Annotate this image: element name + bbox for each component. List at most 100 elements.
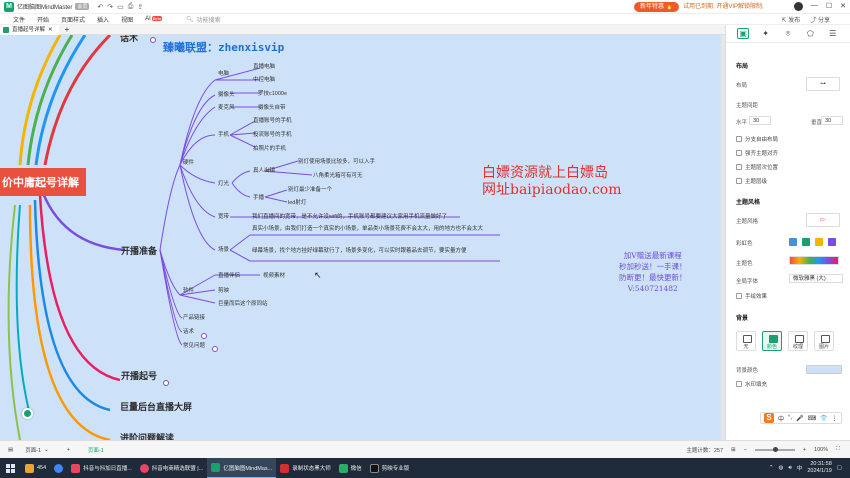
collapse-toggle[interactable]: [201, 333, 207, 339]
close-icon[interactable]: ✕: [840, 2, 846, 11]
node-phone-ctrl[interactable]: 投流账号的手机: [253, 130, 292, 138]
node-broadband[interactable]: 宽带: [218, 212, 229, 220]
document-tab[interactable]: 直播起号详解 ✕: [0, 24, 59, 35]
bg-color-picker[interactable]: [806, 365, 842, 374]
clock[interactable]: 20:31:58 2024/1/19: [807, 461, 831, 475]
fullscreen-icon[interactable]: ⛶: [836, 446, 840, 453]
undo-icon[interactable]: ↶: [97, 3, 103, 11]
taskbar-item-active[interactable]: 亿图脑图MindMas...: [207, 458, 277, 478]
ime-more-icon[interactable]: ⋮: [832, 415, 838, 422]
vertical-spacing-input[interactable]: 30: [821, 116, 843, 125]
horizontal-spacing-input[interactable]: 30: [749, 116, 771, 125]
central-topic[interactable]: 价中庸起号详解: [0, 168, 86, 196]
bg-image-option[interactable]: 图片: [814, 331, 834, 351]
node-mid-pc[interactable]: 中控电脑: [253, 75, 275, 83]
node-phone[interactable]: 手机: [218, 130, 229, 138]
node-phone-live[interactable]: 直播账号的手机: [253, 116, 292, 124]
feature-search[interactable]: 🔍︎ 功能搜索: [186, 15, 221, 24]
node-scene[interactable]: 场景: [218, 245, 229, 253]
checkbox[interactable]: [736, 136, 742, 142]
menu-ai-label[interactable]: AI: [145, 16, 151, 22]
zoom-slider-thumb[interactable]: [772, 446, 778, 452]
node-light[interactable]: 灯光: [218, 179, 229, 187]
node-handheld[interactable]: 手播: [253, 193, 264, 201]
ime-toolbar[interactable]: S 中 °, 🎤 ⌨ 👕 ⋮: [760, 412, 842, 424]
taskbar-item[interactable]: 剪映专业版: [366, 458, 414, 478]
checkbox[interactable]: [736, 150, 742, 156]
format-tab-icon[interactable]: ▣: [737, 28, 750, 39]
node-logitech[interactable]: 罗技c1000e: [258, 89, 287, 97]
level-checkbox[interactable]: 主题层级: [736, 177, 767, 185]
node-common-q[interactable]: 常见问题: [183, 341, 205, 349]
tray-chevron-icon[interactable]: ⌃: [769, 465, 774, 471]
layout-picker[interactable]: ⊶: [806, 77, 840, 91]
free-layout-checkbox[interactable]: 分支自由布局: [736, 135, 778, 143]
node-live-pc[interactable]: 直播电脑: [253, 62, 275, 70]
minimize-icon[interactable]: —: [811, 2, 818, 11]
node-scene-text1[interactable]: 真实小场景，由我们打造一个真实的小场景，单品类小场景花费不会太大，用的地方也不会…: [252, 226, 502, 233]
menu-view[interactable]: 视图: [121, 15, 133, 24]
menu-file[interactable]: 文件: [13, 15, 25, 24]
volume-icon[interactable]: 🔊︎: [788, 465, 791, 472]
search-input[interactable]: 功能搜索: [197, 15, 221, 24]
outline-tab-icon[interactable]: ☰: [827, 29, 839, 38]
page-selector[interactable]: 页面-1: [25, 446, 41, 454]
add-page-icon[interactable]: +: [67, 447, 70, 453]
maximize-icon[interactable]: ☐: [826, 2, 832, 11]
topic-script[interactable]: 话术: [120, 35, 138, 44]
node-hardware[interactable]: 硬件: [183, 158, 194, 166]
checkbox[interactable]: [736, 381, 742, 387]
topic-screen[interactable]: 巨量后台直播大屏: [120, 400, 192, 413]
taskbar-item[interactable]: 454: [21, 458, 50, 478]
menu-page-style[interactable]: 页面样式: [61, 15, 85, 24]
zoom-in-icon[interactable]: +: [803, 447, 806, 453]
node-camera[interactable]: 摄像头: [218, 90, 235, 98]
collapse-toggle[interactable]: [150, 37, 156, 43]
zoom-level[interactable]: 100%: [814, 447, 828, 453]
collapse-toggle[interactable]: [163, 380, 169, 386]
topic-prep[interactable]: 开播准备: [121, 244, 157, 257]
color-scheme-option[interactable]: [802, 238, 810, 246]
tab-close-icon[interactable]: ✕: [48, 25, 53, 35]
marker-tab-icon[interactable]: ⌾: [782, 29, 794, 39]
print-icon[interactable]: ⎙: [128, 3, 134, 11]
color-scheme-option[interactable]: [789, 238, 797, 246]
node-script[interactable]: 话术: [183, 327, 194, 335]
node-sole-light[interactable]: 别灯最少准备一个: [288, 185, 332, 193]
node-computer[interactable]: 电脑: [218, 69, 229, 77]
page-list-icon[interactable]: ▤: [8, 447, 13, 453]
save-icon[interactable]: ▭: [117, 3, 124, 11]
ime-punct-toggle[interactable]: °,: [788, 415, 792, 421]
network-icon[interactable]: ◍: [779, 465, 784, 471]
notification-icon[interactable]: ▢: [837, 465, 842, 471]
zoom-slider[interactable]: [754, 446, 795, 452]
node-video-material[interactable]: 视频素材: [263, 271, 285, 279]
ime-skin-icon[interactable]: 👕: [820, 415, 827, 422]
menu-insert[interactable]: 插入: [97, 15, 109, 24]
ai-tab-icon[interactable]: ✦: [760, 29, 772, 38]
bg-texture-option[interactable]: 纹理: [788, 331, 808, 351]
taskbar-item[interactable]: 录制状态黑大师: [276, 458, 335, 478]
color-scheme-option[interactable]: [828, 238, 836, 246]
active-page-tab[interactable]: 页面-1: [88, 446, 104, 454]
taskbar-item[interactable]: 抖音与抖加日直播...: [67, 458, 136, 478]
zoom-out-icon[interactable]: −: [744, 447, 747, 453]
ime-tray-indicator[interactable]: 中: [797, 464, 803, 472]
ime-voice-icon[interactable]: 🎤: [796, 415, 803, 422]
node-real-out[interactable]: 真人出镜: [253, 166, 275, 174]
topic-advanced[interactable]: 进阶问题解读: [120, 431, 174, 440]
node-live-partner[interactable]: 直播伴侣: [218, 271, 240, 279]
publish-button[interactable]: ⇱ 发布: [782, 15, 801, 24]
checkbox[interactable]: [736, 164, 742, 170]
node-buy-light[interactable]: 别灯使用场景比较多，可以入手: [298, 157, 375, 165]
node-scene-text2[interactable]: 绿幕场景，找个地方挂好绿幕就行了，场景多变化，可以实时跟着品去调节，要实量方便: [252, 248, 502, 255]
collapse-toggle[interactable]: [212, 346, 218, 352]
node-led[interactable]: led射灯: [288, 198, 306, 206]
mindmap-canvas[interactable]: 臻曦联盟：zhenxisvip 白嫖资源就上白嫖岛 网址baipiaodao.c…: [0, 35, 725, 440]
theme-tab-icon[interactable]: ⬠: [804, 29, 816, 38]
menu-start[interactable]: 开始: [37, 15, 49, 24]
align-checkbox[interactable]: 强齐主题对齐: [736, 149, 778, 157]
node-clip[interactable]: 剪映: [218, 286, 229, 294]
node-broadband-text[interactable]: 我们直播间的宽带，是不允许没wifi的，手机账号都要建议大家用手机流量做好了: [252, 212, 447, 220]
checkbox[interactable]: [736, 293, 742, 299]
